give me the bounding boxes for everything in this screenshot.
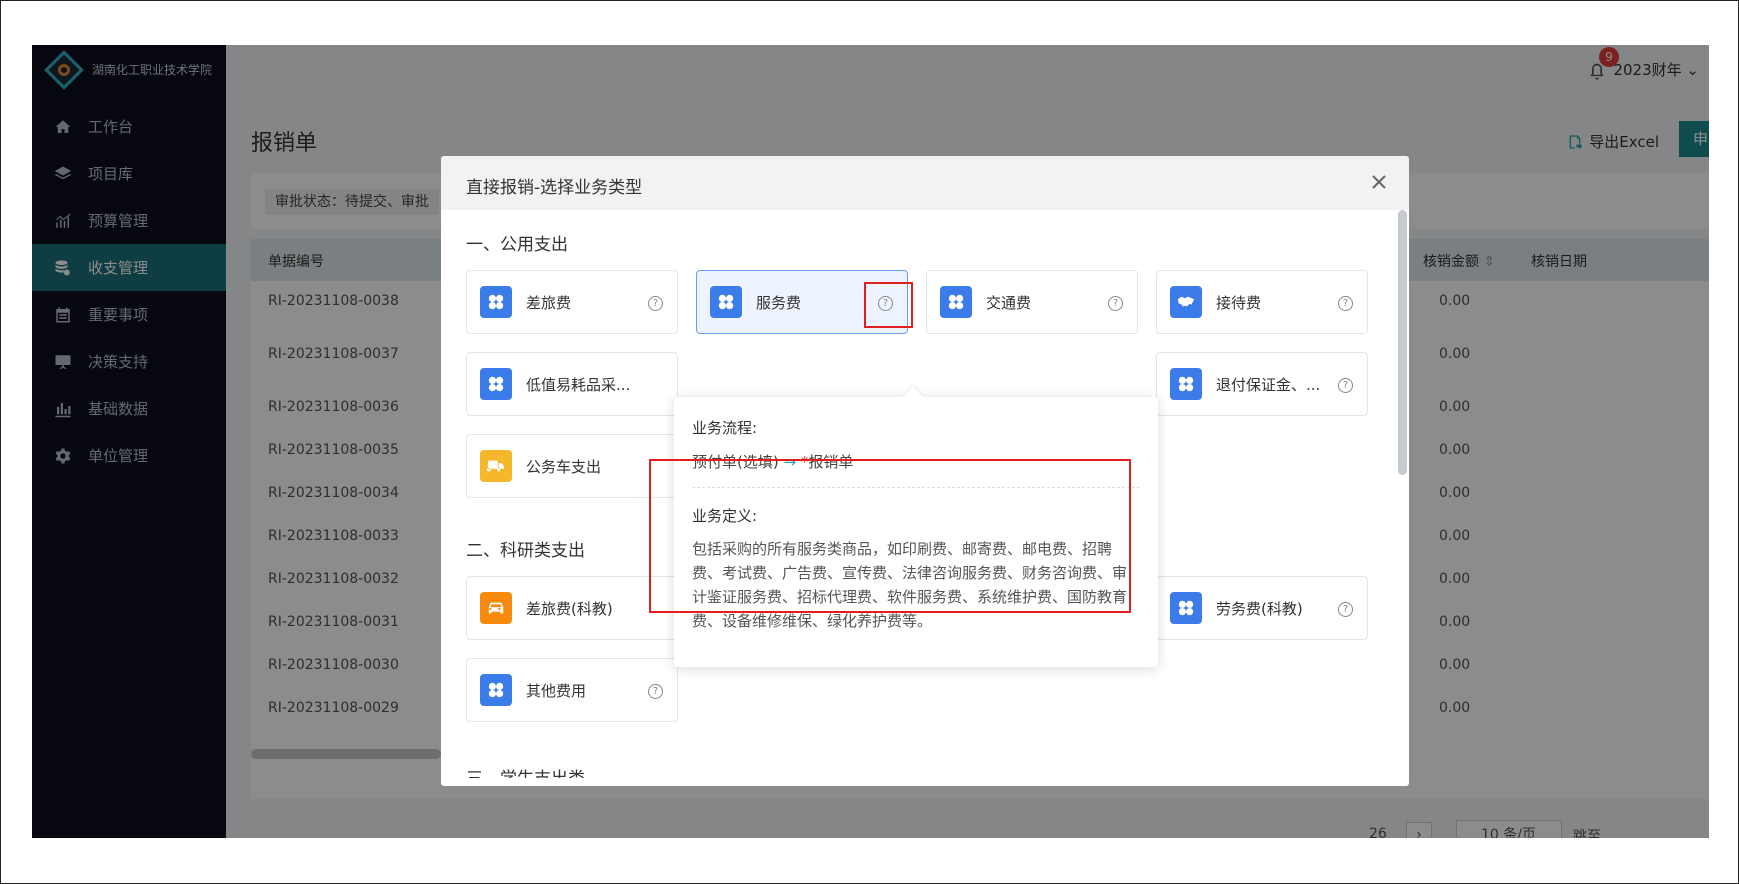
dialog-title: 直接报销-选择业务类型 bbox=[466, 178, 643, 198]
card-labor-fee-research[interactable]: 劳务费(科教) ? bbox=[1156, 576, 1368, 640]
car-icon bbox=[480, 592, 512, 624]
help-icon[interactable]: ? bbox=[1338, 296, 1353, 311]
help-icon[interactable]: ? bbox=[648, 684, 663, 699]
help-icon[interactable]: ? bbox=[1338, 602, 1353, 617]
card-label: 交通费 bbox=[986, 293, 1032, 312]
card-label: 服务费 bbox=[756, 293, 802, 312]
vertical-scrollbar[interactable] bbox=[1398, 210, 1407, 475]
help-icon[interactable]: ? bbox=[648, 296, 663, 311]
section-student-expenses: 三、学生支出类 bbox=[466, 764, 585, 778]
truck-icon bbox=[480, 450, 512, 482]
highlight-definition bbox=[649, 459, 1131, 613]
handshake-icon bbox=[1170, 286, 1202, 318]
card-label: 公务车支出 bbox=[526, 457, 602, 476]
card-low-value-consumables[interactable]: 低值易耗品采... bbox=[466, 352, 678, 416]
grid-icon bbox=[480, 674, 512, 706]
highlight-help-icon bbox=[864, 282, 913, 328]
section-public-expenses: 一、公用支出 bbox=[466, 235, 568, 255]
card-transport-fee[interactable]: 交通费 ? bbox=[926, 270, 1138, 334]
grid-icon bbox=[480, 368, 512, 400]
card-label: 其他费用 bbox=[526, 681, 587, 700]
card-travel-expense-research[interactable]: 差旅费(科教) bbox=[466, 576, 678, 640]
grid-icon bbox=[940, 286, 972, 318]
grid-icon bbox=[1170, 592, 1202, 624]
dialog-header: 直接报销-选择业务类型 bbox=[441, 156, 1409, 210]
app-window: 湖南化工职业技术学院 工作台 项目库 预算管理 收支管理 重要事项 决策支持 基… bbox=[32, 45, 1709, 838]
card-label: 接待费 bbox=[1216, 293, 1262, 312]
screenshot-frame: 湖南化工职业技术学院 工作台 项目库 预算管理 收支管理 重要事项 决策支持 基… bbox=[0, 0, 1739, 884]
card-label: 低值易耗品采... bbox=[526, 375, 631, 394]
card-label: 劳务费(科教) bbox=[1216, 599, 1303, 618]
close-icon[interactable] bbox=[1369, 172, 1389, 192]
grid-icon bbox=[710, 286, 742, 318]
help-icon[interactable]: ? bbox=[1338, 378, 1353, 393]
card-refund-deposit[interactable]: 退付保证金、... ? bbox=[1156, 352, 1368, 416]
card-label: 退付保证金、... bbox=[1216, 375, 1321, 394]
card-hospitality-fee[interactable]: 接待费 ? bbox=[1156, 270, 1368, 334]
card-other-expenses[interactable]: 其他费用 ? bbox=[466, 658, 678, 722]
card-label: 差旅费(科教) bbox=[526, 599, 613, 618]
card-label: 差旅费 bbox=[526, 293, 572, 312]
flow-title: 业务流程: bbox=[692, 419, 758, 437]
help-icon[interactable]: ? bbox=[1108, 296, 1123, 311]
grid-icon bbox=[1170, 368, 1202, 400]
section-research-expenses: 二、科研类支出 bbox=[466, 541, 585, 561]
card-official-vehicle[interactable]: 公务车支出 bbox=[466, 434, 678, 498]
card-travel-expense[interactable]: 差旅费 ? bbox=[466, 270, 678, 334]
grid-icon bbox=[480, 286, 512, 318]
